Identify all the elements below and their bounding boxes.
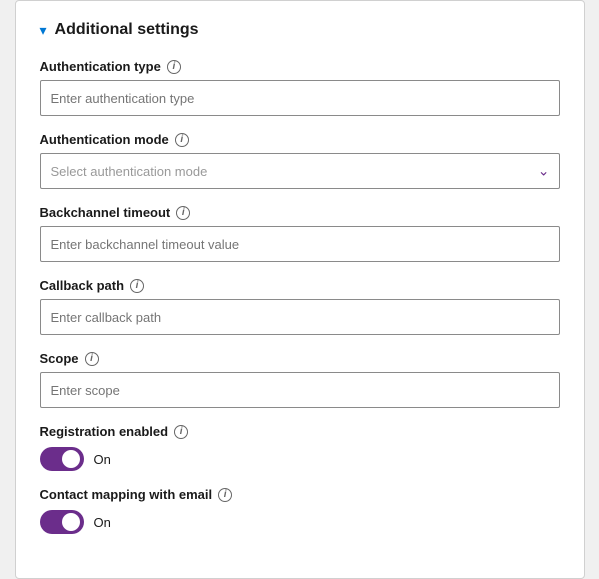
auth-type-group: Authentication type i <box>40 59 560 116</box>
registration-enabled-status: On <box>94 452 111 467</box>
callback-path-group: Callback path i <box>40 278 560 335</box>
contact-mapping-toggle[interactable] <box>40 510 84 534</box>
callback-path-input[interactable] <box>40 299 560 335</box>
registration-enabled-slider <box>40 447 84 471</box>
additional-settings-card: ▾ Additional settings Authentication typ… <box>15 0 585 579</box>
registration-enabled-info-icon[interactable]: i <box>174 425 188 439</box>
auth-mode-select[interactable]: Select authentication mode <box>40 153 560 189</box>
backchannel-timeout-input[interactable] <box>40 226 560 262</box>
auth-type-label: Authentication type i <box>40 59 560 74</box>
contact-mapping-group: Contact mapping with email i On <box>40 487 560 534</box>
auth-mode-select-wrapper: Select authentication mode ⌄ <box>40 153 560 189</box>
backchannel-timeout-label: Backchannel timeout i <box>40 205 560 220</box>
auth-mode-info-icon[interactable]: i <box>175 133 189 147</box>
collapse-chevron-icon[interactable]: ▾ <box>40 22 47 39</box>
contact-mapping-label: Contact mapping with email i <box>40 487 560 502</box>
backchannel-timeout-info-icon[interactable]: i <box>176 206 190 220</box>
registration-enabled-label: Registration enabled i <box>40 424 560 439</box>
callback-path-info-icon[interactable]: i <box>130 279 144 293</box>
scope-input[interactable] <box>40 372 560 408</box>
section-header: ▾ Additional settings <box>40 21 560 39</box>
auth-type-info-icon[interactable]: i <box>167 60 181 74</box>
contact-mapping-slider <box>40 510 84 534</box>
backchannel-timeout-group: Backchannel timeout i <box>40 205 560 262</box>
scope-group: Scope i <box>40 351 560 408</box>
auth-type-input[interactable] <box>40 80 560 116</box>
section-title: Additional settings <box>55 21 199 39</box>
registration-enabled-group: Registration enabled i On <box>40 424 560 471</box>
contact-mapping-info-icon[interactable]: i <box>218 488 232 502</box>
scope-info-icon[interactable]: i <box>85 352 99 366</box>
scope-label: Scope i <box>40 351 560 366</box>
callback-path-label: Callback path i <box>40 278 560 293</box>
registration-enabled-toggle[interactable] <box>40 447 84 471</box>
auth-mode-label: Authentication mode i <box>40 132 560 147</box>
contact-mapping-toggle-row: On <box>40 510 560 534</box>
auth-mode-group: Authentication mode i Select authenticat… <box>40 132 560 189</box>
contact-mapping-status: On <box>94 515 111 530</box>
registration-enabled-toggle-row: On <box>40 447 560 471</box>
